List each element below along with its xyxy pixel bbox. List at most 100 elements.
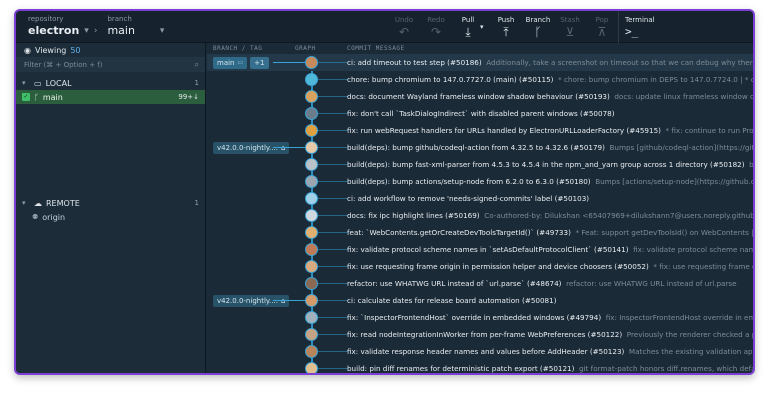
commit-summary: ci: calculate dates for release board au… <box>347 296 557 305</box>
pop-label: Pop <box>595 15 609 24</box>
remote-item-origin[interactable]: ⚉ origin <box>16 210 205 224</box>
commit-row[interactable]: fix: use requesting frame origin in perm… <box>207 258 753 275</box>
branch-tag-cell <box>207 275 293 292</box>
commit-summary: fix: read nodeIntegrationInWorker from p… <box>347 330 623 339</box>
commit-message: build(deps): bump actions/setup-node fro… <box>347 177 753 186</box>
author-avatar[interactable] <box>305 192 318 205</box>
commit-body: * chore: bump chromium in DEPS to 147.0.… <box>558 75 753 84</box>
commit-row[interactable]: fix: validate response header names and … <box>207 343 753 360</box>
commit-message: fix: don't call `TaskDialogIndirect` wit… <box>347 109 753 118</box>
branch-tag-cell <box>207 207 293 224</box>
author-avatar[interactable] <box>305 56 318 69</box>
commit-row[interactable]: fix: validate protocol scheme names in `… <box>207 241 753 258</box>
gitkraken-app: repository electron ▾ › branch main ▾ Un… <box>16 11 753 373</box>
branch-selector[interactable]: branch main ▾ <box>97 11 164 42</box>
undo-button[interactable]: Undo ↶ <box>388 11 420 43</box>
author-avatar[interactable] <box>305 209 318 222</box>
author-avatar[interactable] <box>305 243 318 256</box>
commit-body: * fix: use requesting frame origin in <box>653 262 753 271</box>
graph-row-connector <box>318 300 348 301</box>
chevron-down-icon: ▾ <box>159 26 165 36</box>
commit-summary: fix: validate response header names and … <box>347 347 625 356</box>
author-avatar[interactable] <box>305 294 318 307</box>
commit-row[interactable]: v42.0.0-nightly....⌂ci: calculate dates … <box>207 292 753 309</box>
commit-body: * Feat: support getDevToolsId() on WebCo… <box>575 228 753 237</box>
local-branch-main[interactable]: ✓ ᚴ main 99+↓ <box>16 90 205 104</box>
commit-row[interactable]: fix: read nodeIntegrationInWorker from p… <box>207 326 753 343</box>
pull-label: Pull <box>461 15 475 24</box>
commit-summary: build: pin diff renames for deterministi… <box>347 364 575 373</box>
commit-row[interactable]: fix: run webRequest handlers for URLs ha… <box>207 122 753 139</box>
graph-row-connector <box>318 232 348 233</box>
commit-body: Previously the renderer checked a proces… <box>626 330 753 339</box>
local-section-header[interactable]: ▾ ▭ LOCAL 1 <box>16 76 205 90</box>
graph-row-connector <box>318 147 348 148</box>
left-panel: ◉ Viewing 50 Filter (⌘ + Option + f) ⌕ ▾… <box>16 43 206 373</box>
column-header-branch-tag[interactable]: BRANCH / TAG <box>213 43 262 54</box>
author-avatar[interactable] <box>305 107 318 120</box>
commit-summary: build(deps): bump github/codeql-action f… <box>347 143 605 152</box>
commit-body: Bumps [github/codeql-action](https://git… <box>609 143 754 152</box>
author-avatar[interactable] <box>305 141 318 154</box>
commit-row[interactable]: v42.0.0-nightly....⌂build(deps): bump gi… <box>207 139 753 156</box>
branch-tag-cell <box>207 173 293 190</box>
author-avatar[interactable] <box>305 328 318 341</box>
author-avatar[interactable] <box>305 175 318 188</box>
branch-tag-cell <box>207 309 293 326</box>
remote-avatar-icon: ⚉ <box>32 213 39 221</box>
push-button[interactable]: Push ⤒ <box>490 11 522 43</box>
column-header-commit-message[interactable]: COMMIT MESSAGE <box>347 43 405 54</box>
pop-button[interactable]: Pop ⊼ <box>586 11 618 43</box>
branch-tag-cell <box>207 88 293 105</box>
local-branch-name: main <box>42 92 63 102</box>
commit-row[interactable]: docs: document Wayland frameless window … <box>207 88 753 105</box>
terminal-label: Terminal <box>625 15 655 24</box>
author-avatar[interactable] <box>305 345 318 358</box>
graph-row-connector <box>318 130 348 131</box>
graph-row-connector <box>318 283 348 284</box>
author-avatar[interactable] <box>305 260 318 273</box>
commit-row[interactable]: feat: `WebContents.getOrCreateDevToolsTa… <box>207 224 753 241</box>
author-avatar[interactable] <box>305 311 318 324</box>
commit-row[interactable]: build: pin diff renames for deterministi… <box>207 360 753 373</box>
branch-button[interactable]: Branch ᚴ <box>522 11 554 43</box>
redo-button[interactable]: Redo ↷ <box>420 11 452 43</box>
author-avatar[interactable] <box>305 362 318 373</box>
commit-row[interactable]: refactor: use WHATWG URL instead of `url… <box>207 275 753 292</box>
commit-row[interactable]: build(deps): bump actions/setup-node fro… <box>207 173 753 190</box>
repo-selector[interactable]: repository electron ▾ › <box>16 11 97 42</box>
commit-row[interactable]: ci: add workflow to remove 'needs-signed… <box>207 190 753 207</box>
author-avatar[interactable] <box>305 90 318 103</box>
commit-row[interactable]: docs: fix ipc highlight lines (#50169) C… <box>207 207 753 224</box>
author-avatar[interactable] <box>305 158 318 171</box>
author-avatar[interactable] <box>305 124 318 137</box>
column-header-graph[interactable]: GRAPH <box>295 43 316 54</box>
branch-label-main[interactable]: main ▭ <box>213 56 248 69</box>
branch-tag-cell <box>207 360 293 373</box>
pull-options-caret-icon[interactable]: ▾ <box>480 11 490 43</box>
filter-input[interactable]: Filter (⌘ + Option + f) ⌕ <box>16 57 205 72</box>
graph-row-connector <box>318 96 348 97</box>
commit-row[interactable]: fix: `InspectorFrontendHost` override in… <box>207 309 753 326</box>
commit-row[interactable]: main ▭ +1 ci: add timeout to test step (#50… <box>207 54 753 71</box>
extra-refs-count[interactable]: +1 <box>250 56 269 69</box>
viewing-header[interactable]: ◉ Viewing 50 <box>16 43 205 57</box>
author-avatar[interactable] <box>305 73 318 86</box>
commit-body: fix: validate protocol scheme names in s… <box>633 245 753 254</box>
terminal-button[interactable]: Terminal >_ <box>618 11 655 43</box>
graph-row-connector <box>318 266 348 267</box>
graph-row-connector <box>318 334 348 335</box>
commit-row[interactable]: chore: bump chromium to 147.0.7727.0 (ma… <box>207 71 753 88</box>
ref-name: v42.0.0-nightly.... <box>217 296 278 305</box>
commit-row[interactable]: fix: don't call `TaskDialogIndirect` wit… <box>207 105 753 122</box>
commit-graph: main ▭ +1 ci: add timeout to test step (#50… <box>207 54 753 373</box>
author-avatar[interactable] <box>305 226 318 239</box>
graph-row-connector <box>318 62 348 63</box>
ref-name: v42.0.0-nightly.... <box>217 143 278 152</box>
remote-section-header[interactable]: ▾ ☁ REMOTE 1 <box>16 196 205 210</box>
author-avatar[interactable] <box>305 277 318 290</box>
stash-button[interactable]: Stash ⊻ <box>554 11 586 43</box>
commit-row[interactable]: build(deps): bump fast-xml-parser from 4… <box>207 156 753 173</box>
commit-summary: docs: fix ipc highlight lines (#50169) <box>347 211 480 220</box>
ref-connector-line <box>273 62 305 63</box>
